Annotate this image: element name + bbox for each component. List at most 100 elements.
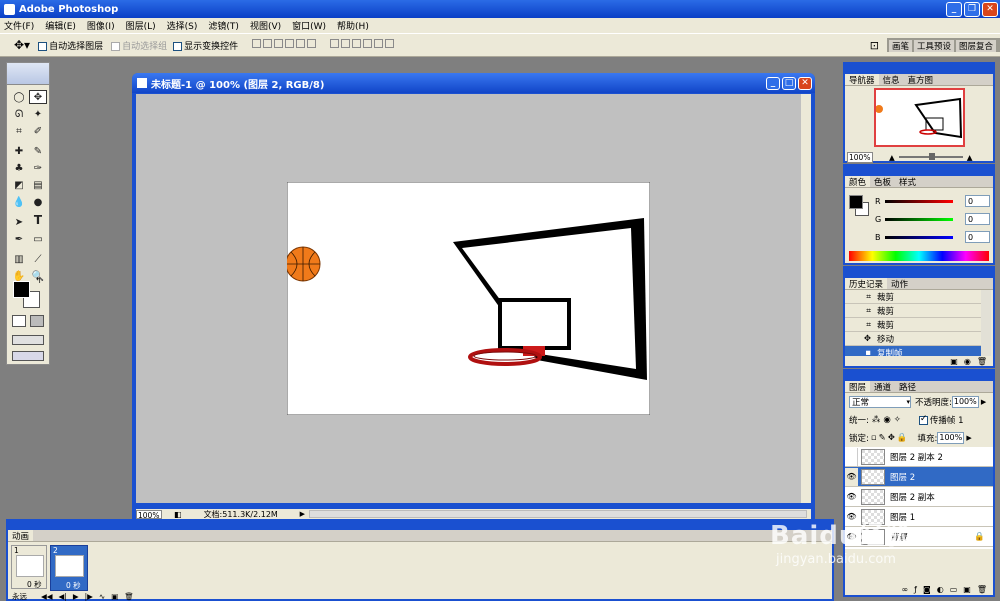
eye-icon[interactable]: 👁: [845, 488, 858, 506]
clone-stamp-icon[interactable]: ♣: [10, 161, 28, 175]
new-group-icon[interactable]: ▭: [950, 585, 958, 594]
history-brush-icon[interactable]: ✑: [29, 161, 47, 175]
magic-wand-icon[interactable]: ✦: [29, 107, 47, 121]
history-item[interactable]: ⌗ 裁剪: [845, 290, 981, 304]
history-item-selected[interactable]: ▪ 复制帧: [845, 346, 981, 356]
panel-fg-color-swatch[interactable]: [849, 195, 863, 209]
zoom-level[interactable]: 100%: [136, 509, 162, 520]
menu-view[interactable]: 视图(V): [250, 19, 281, 32]
doc-minimize-button[interactable]: _: [766, 76, 780, 90]
pen-tool-icon[interactable]: ✒: [10, 232, 28, 246]
blur-tool-icon[interactable]: 💧: [10, 195, 28, 209]
tab-info[interactable]: 信息: [879, 74, 904, 86]
propagate-frame-checkbox[interactable]: ✓: [918, 414, 928, 425]
link-layers-icon[interactable]: ∞: [901, 585, 908, 594]
lock-pixels-icon[interactable]: ✎: [879, 433, 886, 443]
type-tool-icon[interactable]: T: [29, 213, 47, 227]
first-frame-icon[interactable]: ◀◀: [41, 592, 53, 601]
play-icon[interactable]: ▶: [73, 592, 79, 601]
lock-transparency-icon[interactable]: ▫: [871, 433, 877, 443]
tab-navigator[interactable]: 导航器: [845, 74, 879, 86]
lock-all-icon[interactable]: 🔒: [897, 433, 908, 443]
vertical-scrollbar[interactable]: [801, 94, 811, 503]
align-buttons[interactable]: [252, 39, 318, 51]
next-frame-icon[interactable]: |▶: [85, 592, 93, 601]
menu-edit[interactable]: 编辑(E): [45, 19, 76, 32]
tab-histogram[interactable]: 直方图: [904, 74, 938, 86]
menu-filter[interactable]: 滤镜(T): [208, 19, 239, 32]
frame-delay[interactable]: 0 秒: [27, 579, 42, 590]
channel-b-slider[interactable]: [885, 235, 953, 239]
tab-layers[interactable]: 图层: [845, 381, 871, 393]
new-layer-icon[interactable]: ▣: [963, 585, 971, 594]
lock-position-icon[interactable]: ✥: [888, 433, 895, 443]
menu-help[interactable]: 帮助(H): [337, 19, 369, 32]
unify-visibility-icon[interactable]: ◉: [883, 415, 890, 425]
loop-select[interactable]: 永远: [12, 591, 27, 601]
horizontal-scrollbar[interactable]: [308, 510, 807, 518]
distribute-buttons[interactable]: [330, 39, 396, 51]
doc-maximize-button[interactable]: □: [782, 76, 796, 90]
menu-select[interactable]: 选择(S): [167, 19, 198, 32]
tab-paths[interactable]: 路径: [895, 381, 920, 393]
opacity-value[interactable]: 100%: [951, 396, 979, 408]
menu-image[interactable]: 图像(I): [87, 19, 115, 32]
foreground-color-swatch[interactable]: [13, 281, 30, 298]
shape-tool-icon[interactable]: ▭: [29, 232, 47, 246]
visibility-toggle[interactable]: [845, 447, 858, 466]
image-canvas[interactable]: [287, 182, 650, 415]
new-document-from-state-icon[interactable]: ▣: [950, 357, 958, 366]
eraser-tool-icon[interactable]: ◩: [10, 178, 28, 192]
prev-frame-icon[interactable]: ◀|: [59, 592, 67, 601]
jump-to-imageready-icon[interactable]: [12, 351, 44, 361]
channel-g-value[interactable]: 0: [965, 213, 990, 225]
new-snapshot-icon[interactable]: ◉: [964, 357, 971, 366]
delete-layer-icon[interactable]: 🗑: [977, 585, 987, 594]
file-browser-icon[interactable]: ⊡: [870, 39, 879, 52]
status-arrow-icon[interactable]: ▶: [300, 510, 305, 518]
tab-channels[interactable]: 通道: [870, 381, 895, 393]
auto-select-layer-checkbox[interactable]: 自动选择图层: [38, 39, 103, 52]
marquee-tool-icon[interactable]: ◯: [10, 90, 28, 104]
doc-close-button[interactable]: ✕: [798, 76, 812, 90]
tab-styles[interactable]: 样式: [895, 176, 920, 188]
color-spectrum-bar[interactable]: [849, 251, 989, 261]
channel-g-slider[interactable]: [885, 217, 953, 221]
channel-b-value[interactable]: 0: [965, 231, 990, 243]
tab-layer-comps[interactable]: 图层复合: [955, 40, 996, 52]
duplicate-frame-icon[interactable]: ▣: [111, 592, 118, 601]
healing-brush-icon[interactable]: ✚: [10, 144, 28, 158]
path-select-icon[interactable]: ➤: [10, 215, 28, 229]
move-tool-preset-icon[interactable]: ✥▾: [14, 38, 30, 52]
lasso-tool-icon[interactable]: ᘏ: [10, 107, 28, 121]
tab-tool-presets[interactable]: 工具预设: [913, 40, 954, 52]
dodge-tool-icon[interactable]: ●: [29, 195, 47, 209]
doc-menu-icon[interactable]: ◧: [174, 510, 182, 519]
quick-mask-off-icon[interactable]: [12, 315, 26, 327]
tab-actions[interactable]: 动作: [887, 278, 912, 290]
menu-file[interactable]: 文件(F): [4, 19, 34, 32]
frame-delay[interactable]: 0 秒: [66, 580, 81, 591]
navigator-preview[interactable]: [874, 88, 965, 147]
minimize-button[interactable]: _: [946, 1, 962, 17]
eye-icon[interactable]: 👁: [845, 467, 858, 486]
history-item[interactable]: ✥ 移动: [845, 332, 981, 346]
channel-r-slider[interactable]: [885, 199, 953, 203]
tab-brushes[interactable]: 画笔: [888, 40, 912, 52]
layer-style-icon[interactable]: ƒ: [914, 585, 917, 594]
fill-arrow-icon[interactable]: ▶: [966, 434, 971, 442]
layer-row[interactable]: 👁 图层 2 副本: [845, 487, 993, 507]
menu-window[interactable]: 窗口(W): [292, 19, 326, 32]
show-transform-checkbox[interactable]: 显示变换控件: [173, 39, 238, 52]
tab-animation[interactable]: 动画: [8, 530, 34, 542]
history-scrollbar[interactable]: [981, 290, 991, 356]
history-item[interactable]: ⌗ 裁剪: [845, 318, 981, 332]
adjustment-layer-icon[interactable]: ◐: [937, 585, 944, 594]
navigator-zoom-slider[interactable]: [898, 153, 963, 160]
slice-tool-icon[interactable]: ✐: [29, 124, 47, 138]
auto-select-group-checkbox[interactable]: 自动选择组: [111, 39, 167, 52]
history-item[interactable]: ⌗ 裁剪: [845, 304, 981, 318]
swap-colors-icon[interactable]: ↰: [35, 276, 42, 285]
brush-tool-icon[interactable]: ✎: [29, 144, 47, 158]
layer-row[interactable]: 图层 2 副本 2: [845, 447, 993, 467]
